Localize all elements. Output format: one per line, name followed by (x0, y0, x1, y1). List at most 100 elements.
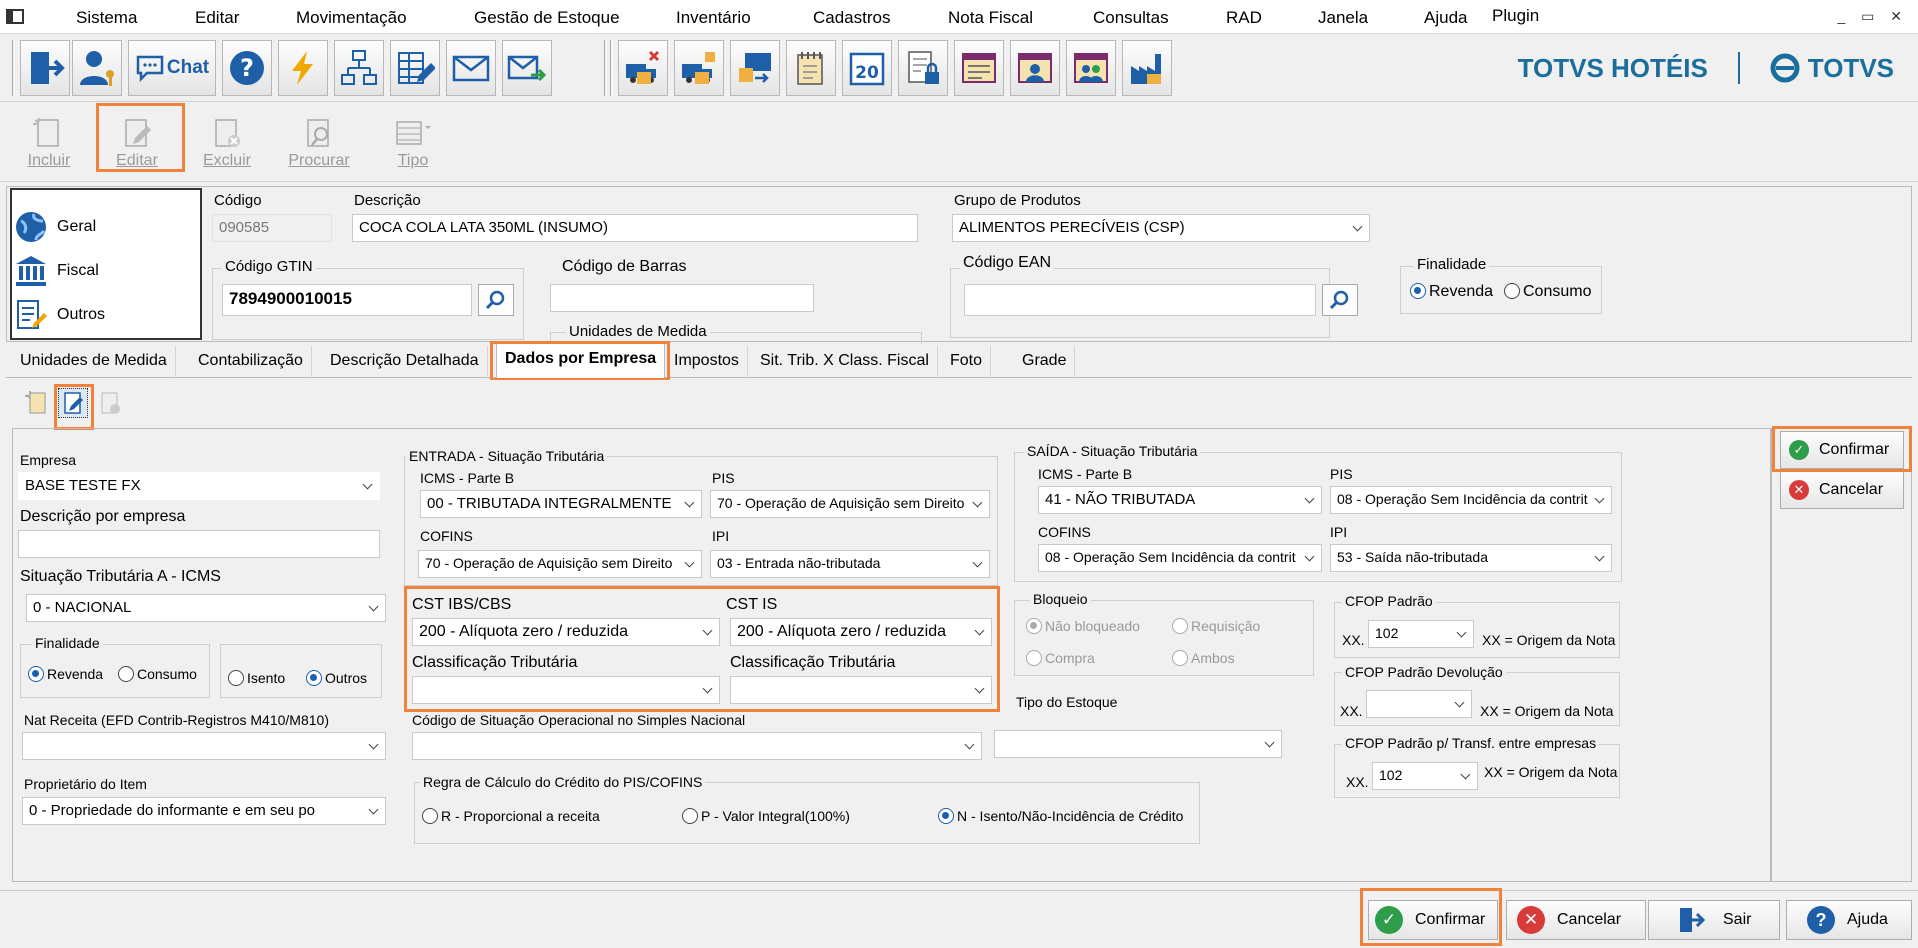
cfop-dev-select[interactable] (1366, 690, 1472, 718)
menu-sistema[interactable]: Sistema (76, 8, 137, 28)
user-key-tool-button[interactable] (72, 40, 122, 96)
saida-icms-select[interactable]: 41 - NÃO TRIBUTADA (1038, 486, 1322, 514)
sub-new-button[interactable] (24, 390, 52, 418)
table-edit-tool-button[interactable] (390, 40, 440, 96)
tab-descricao-detalhada[interactable]: Descrição Detalhada (322, 346, 488, 378)
org-chart-tool-button[interactable] (334, 40, 384, 96)
transfer-tool-button[interactable] (730, 40, 780, 96)
window-user-tool-button[interactable] (1010, 40, 1060, 96)
gtin-field[interactable]: 7894900010015 (222, 284, 472, 316)
entrada-icms-select[interactable]: 00 - TRIBUTADA INTEGRALMENTE (420, 490, 702, 518)
gtin-search-button[interactable] (478, 284, 514, 316)
cst-is-select[interactable]: 200 - Alíquota zero / reduzida (730, 618, 992, 646)
side-nav-outros[interactable]: Outros (14, 298, 105, 332)
calendar-tool-button[interactable] (786, 40, 836, 96)
lightning-tool-button[interactable] (278, 40, 328, 96)
incluir-button[interactable]: Incluir (8, 110, 90, 174)
procurar-button[interactable]: Procurar (278, 110, 360, 174)
side-nav-geral[interactable]: Geral (14, 210, 96, 244)
regra-r-radio[interactable]: R - Proporcional a receita (422, 808, 600, 824)
bloqueio-req-radio[interactable]: Requisição (1172, 618, 1260, 634)
regra-p-radio[interactable]: P - Valor Integral(100%) (682, 808, 850, 824)
tab-contabilizacao[interactable]: Contabilização (190, 346, 312, 378)
form-revenda-radio[interactable]: Revenda (28, 666, 103, 682)
window-users-tool-button[interactable] (1066, 40, 1116, 96)
mail-send-tool-button[interactable] (502, 40, 552, 96)
confirmar-button[interactable]: ✓ Confirmar (1368, 900, 1498, 940)
menu-rad[interactable]: RAD (1226, 8, 1262, 28)
sair-button[interactable]: Sair (1648, 900, 1780, 940)
app-icon[interactable] (6, 9, 24, 24)
menu-editar[interactable]: Editar (195, 8, 239, 28)
cancelar-button[interactable]: ✕ Cancelar (1506, 900, 1646, 940)
empresa-select[interactable]: BASE TESTE FX (18, 472, 380, 500)
estoque-select[interactable] (994, 730, 1282, 758)
saida-cofins-select[interactable]: 08 - Operação Sem Incidência da contrit (1038, 544, 1322, 572)
sit-trib-a-select[interactable]: 0 - NACIONAL (26, 594, 386, 622)
menu-inventario[interactable]: Inventário (676, 8, 751, 28)
sub-edit-button[interactable] (58, 388, 88, 418)
factory-tool-button[interactable] (1122, 40, 1172, 96)
tab-unidades-medida[interactable]: Unidades de Medida (12, 346, 176, 378)
help-tool-button[interactable]: ? (222, 40, 272, 96)
menu-movimentacao[interactable]: Movimentação (296, 8, 407, 28)
cst-ibs-select[interactable]: 200 - Alíquota zero / reduzida (412, 618, 720, 646)
truck-cancel-tool-button[interactable] (618, 40, 668, 96)
cfop-padrao-select[interactable]: 102 (1368, 620, 1474, 648)
menu-janela[interactable]: Janela (1318, 8, 1368, 28)
side-confirmar-button[interactable]: ✓ Confirmar (1780, 431, 1904, 469)
doc-lock-tool-button[interactable] (898, 40, 948, 96)
tipo-dropdown-button[interactable]: Tipo (370, 110, 456, 174)
menu-nota-fiscal[interactable]: Nota Fiscal (948, 8, 1033, 28)
menu-ajuda[interactable]: Ajuda (1424, 8, 1467, 28)
isento-radio[interactable]: Isento (228, 670, 285, 686)
proprietario-select[interactable]: 0 - Propriedade do informante e em seu p… (22, 797, 386, 825)
header-consumo-radio[interactable]: Consumo (1504, 283, 1591, 301)
codigo-barras-field[interactable] (550, 284, 814, 312)
regra-n-radio[interactable]: N - Isento/Não-Incidência de Crédito (938, 808, 1183, 824)
class-trib-2-select[interactable] (730, 676, 992, 704)
ajuda-button[interactable]: ? Ajuda (1786, 900, 1912, 940)
menu-consultas[interactable]: Consultas (1093, 8, 1169, 28)
outros-radio[interactable]: Outros (306, 670, 367, 686)
nat-receita-select[interactable] (22, 732, 386, 760)
mail-tool-button[interactable] (446, 40, 496, 96)
tab-dados-por-empresa[interactable]: Dados por Empresa (496, 343, 666, 379)
entrada-cofins-select[interactable]: 70 - Operação de Aquisição sem Direito (418, 550, 702, 578)
menu-gestao-estoque[interactable]: Gestão de Estoque (474, 8, 620, 28)
class-trib-1-select[interactable] (412, 676, 720, 704)
sub-delete-button[interactable] (96, 390, 124, 418)
truck-box-tool-button[interactable] (674, 40, 724, 96)
descricao-field[interactable]: COCA COLA LATA 350ML (INSUMO) (352, 214, 918, 242)
saida-pis-select[interactable]: 08 - Operação Sem Incidência da contrit (1330, 486, 1612, 514)
bloqueio-ambos-radio[interactable]: Ambos (1172, 650, 1235, 666)
bloqueio-nao-radio[interactable]: Não bloqueado (1026, 618, 1140, 634)
entrada-ipi-select[interactable]: 03 - Entrada não-tributada (710, 550, 990, 578)
codigo-field[interactable]: 090585 (212, 214, 332, 242)
exit-tool-button[interactable] (20, 40, 70, 96)
cfop-transf-select[interactable]: 102 (1372, 762, 1478, 790)
ean-field[interactable] (964, 284, 1316, 316)
desc-empresa-field[interactable] (18, 530, 380, 558)
form-consumo-radio[interactable]: Consumo (118, 666, 197, 682)
bloqueio-compra-radio[interactable]: Compra (1026, 650, 1095, 666)
tab-impostos[interactable]: Impostos (666, 346, 748, 378)
twenty-tool-button[interactable]: 20 (842, 40, 892, 96)
excluir-button[interactable]: Excluir (186, 110, 268, 174)
tab-grade[interactable]: Grade (1014, 346, 1076, 378)
simples-select[interactable] (412, 732, 982, 760)
editar-button[interactable]: Editar (96, 110, 178, 174)
entrada-pis-select[interactable]: 70 - Operação de Aquisição sem Direito (710, 490, 990, 518)
window-controls[interactable]: _ ▭ ✕ (1837, 8, 1908, 25)
menu-cadastros[interactable]: Cadastros (813, 8, 890, 28)
header-revenda-radio[interactable]: Revenda (1410, 283, 1493, 301)
ean-search-button[interactable] (1322, 284, 1358, 316)
tab-sit-trib-class-fiscal[interactable]: Sit. Trib. X Class. Fiscal (752, 346, 938, 378)
grupo-produtos-select[interactable]: ALIMENTOS PERECÍVEIS (CSP) (952, 214, 1370, 242)
tab-foto[interactable]: Foto (942, 346, 992, 378)
side-nav-fiscal[interactable]: Fiscal (14, 254, 99, 288)
window-list-tool-button[interactable] (954, 40, 1004, 96)
side-cancelar-button[interactable]: ✕ Cancelar (1780, 471, 1904, 509)
menu-plugin[interactable]: Plugin (1492, 6, 1539, 26)
saida-ipi-select[interactable]: 53 - Saída não-tributada (1330, 544, 1612, 572)
